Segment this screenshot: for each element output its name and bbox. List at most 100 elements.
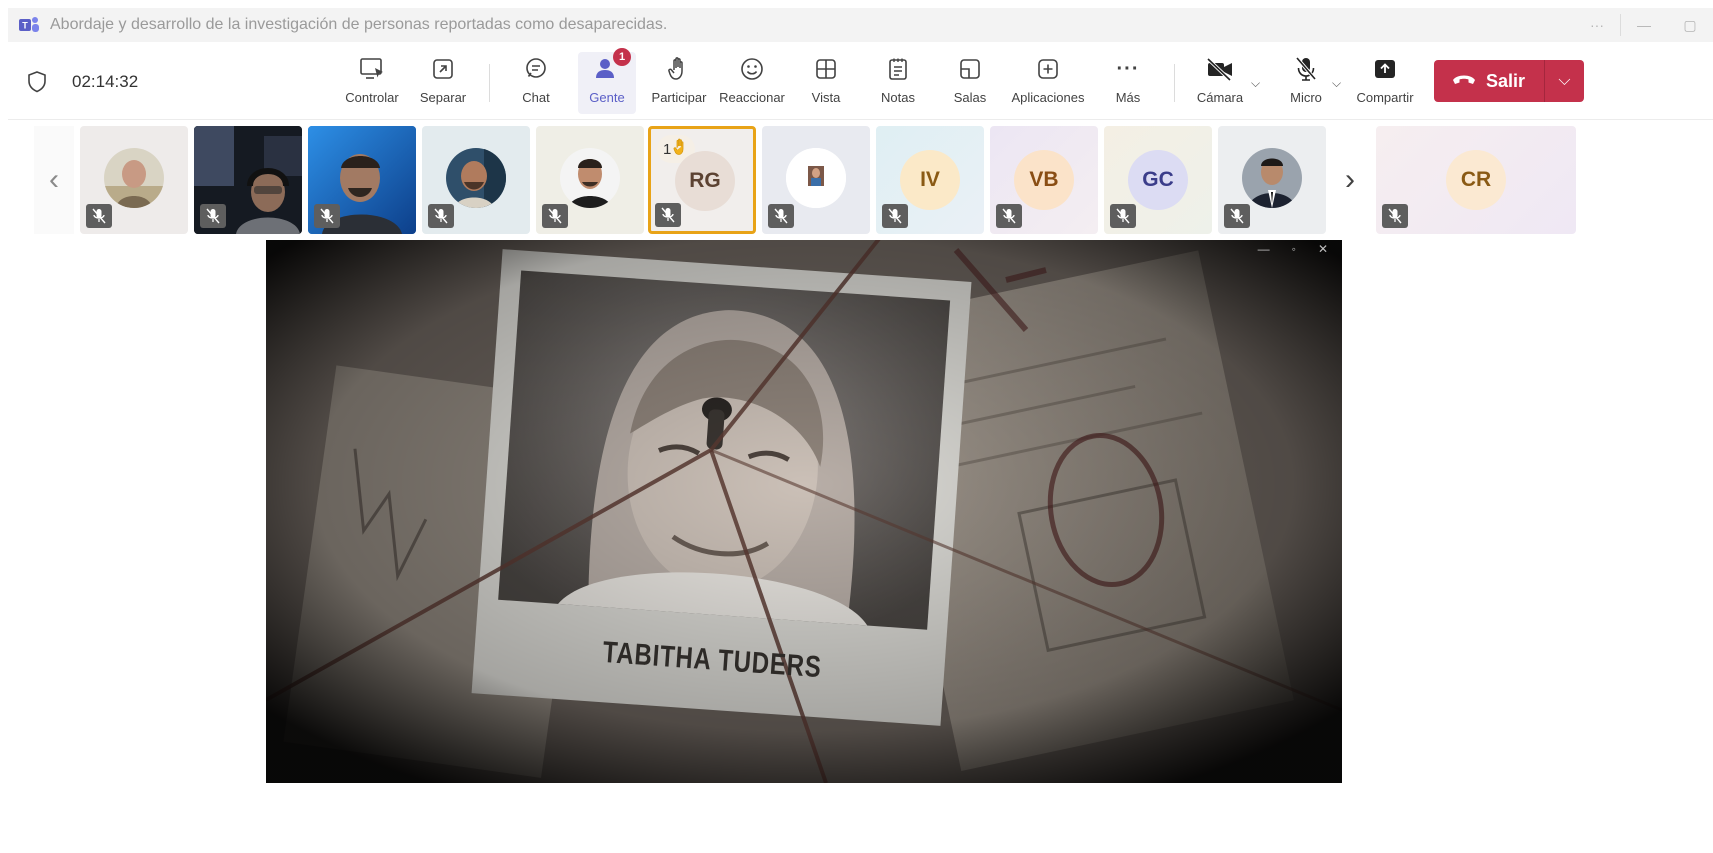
mic-muted-icon — [542, 204, 568, 228]
mic-muted-icon — [1224, 204, 1250, 228]
view-button[interactable]: Vista — [806, 52, 846, 114]
leave-label: Salir — [1486, 70, 1526, 91]
share-screen-icon — [1372, 52, 1398, 86]
pop-out-icon — [430, 52, 456, 86]
maximize-icon[interactable]: ▢ — [1667, 8, 1713, 42]
breakout-rooms-icon — [957, 52, 983, 86]
video-window-controls: — ◦ ✕ — [1258, 242, 1328, 256]
add-app-icon — [1035, 52, 1061, 86]
camera-label: Cámara — [1196, 90, 1244, 105]
meeting-timer: 02:14:32 — [72, 72, 139, 91]
minimize-icon[interactable]: — — [1621, 8, 1667, 42]
participant-tile-raised-hand[interactable]: 1 RG — [648, 126, 756, 234]
mic-muted-icon — [86, 204, 112, 228]
participant-tile[interactable] — [308, 126, 416, 234]
participant-tile[interactable]: VB — [990, 126, 1098, 234]
notes-button[interactable]: Notas — [876, 52, 920, 114]
participant-strip: ‹ 1 RG IV VB GC › CR — [0, 122, 1713, 238]
notes-icon — [886, 52, 910, 86]
shared-video[interactable]: TABITHA TUDERS — ◦ ✕ — [266, 240, 1342, 783]
participant-avatar — [446, 148, 506, 208]
people-count-badge: 1 — [613, 48, 631, 66]
pop-out-button[interactable]: Separar — [416, 52, 470, 114]
window-title: Abordaje y desarrollo de la investigació… — [50, 16, 668, 33]
react-label: Reaccionar — [719, 90, 785, 105]
participant-tile[interactable] — [422, 126, 530, 234]
strip-previous-button[interactable]: ‹ — [34, 126, 74, 234]
leave-options-chevron-icon[interactable]: ⌵ — [1545, 72, 1584, 90]
grid-view-icon — [813, 52, 839, 86]
pop-out-label: Separar — [419, 90, 467, 105]
chat-button[interactable]: Chat — [514, 52, 558, 114]
more-actions-button[interactable]: ··· Más — [1112, 52, 1144, 114]
video-restore-icon[interactable]: ◦ — [1292, 242, 1296, 256]
participant-tile[interactable]: IV — [876, 126, 984, 234]
participant-tile[interactable] — [80, 126, 188, 234]
mic-muted-icon — [1382, 204, 1408, 228]
hang-up-icon — [1452, 72, 1476, 91]
shield-icon[interactable] — [26, 70, 48, 94]
window-title-bar: T Abordaje y desarrollo de la investigac… — [8, 8, 1713, 42]
more-label: Más — [1115, 90, 1141, 105]
apps-label: Aplicaciones — [1011, 90, 1085, 105]
view-label: Vista — [811, 90, 841, 105]
people-icon: 1 — [593, 48, 631, 86]
participant-avatar — [1242, 148, 1302, 208]
share-button[interactable]: Compartir — [1352, 52, 1418, 114]
mic-muted-icon — [996, 204, 1022, 228]
mic-muted-icon — [1110, 204, 1136, 228]
mic-muted-icon — [428, 204, 454, 228]
participant-tile[interactable] — [1218, 126, 1326, 234]
breakout-rooms-label: Salas — [953, 90, 987, 105]
shared-video-frame — [266, 240, 1342, 783]
control-label: Controlar — [345, 90, 399, 105]
notes-label: Notas — [881, 90, 915, 105]
mic-muted-icon — [768, 204, 794, 228]
raise-hand-icon — [667, 52, 691, 86]
breakout-rooms-button[interactable]: Salas — [950, 52, 990, 114]
participant-tile[interactable]: CR — [1376, 126, 1576, 234]
toolbar-divider — [1174, 64, 1175, 102]
video-close-icon[interactable]: ✕ — [1318, 242, 1328, 256]
camera-options-chevron-icon[interactable]: ⌵ — [1251, 76, 1260, 91]
participant-tile[interactable] — [762, 126, 870, 234]
raised-hand-count: 1 — [663, 140, 672, 158]
mic-muted-icon — [882, 204, 908, 228]
people-label: Gente — [589, 90, 625, 105]
apps-button[interactable]: Aplicaciones — [1006, 52, 1090, 114]
participant-initials: IV — [900, 150, 960, 210]
mic-off-icon — [1293, 52, 1319, 86]
participant-initials: GC — [1128, 150, 1188, 210]
mic-muted-icon — [655, 203, 681, 227]
toolbar-divider — [489, 64, 490, 102]
chat-icon — [523, 52, 549, 86]
participant-tile[interactable]: GC — [1104, 126, 1212, 234]
raise-hand-button[interactable]: Participar — [648, 52, 710, 114]
camera-button[interactable]: Cámara — [1192, 52, 1248, 114]
microphone-button[interactable]: Micro — [1282, 52, 1330, 114]
react-button[interactable]: Reaccionar — [719, 52, 785, 114]
participant-avatar — [560, 148, 620, 208]
people-button[interactable]: 1 Gente — [578, 48, 636, 114]
control-button[interactable]: Controlar — [342, 52, 402, 114]
chat-label: Chat — [522, 90, 550, 105]
window-more-icon[interactable]: ··· — [1574, 8, 1620, 42]
participant-tile[interactable] — [536, 126, 644, 234]
participant-avatar — [786, 148, 846, 208]
meeting-toolbar: 02:14:32 Controlar Separar Chat 1 Gente … — [8, 42, 1713, 120]
video-minimize-icon[interactable]: — — [1258, 242, 1270, 256]
participant-tile[interactable] — [194, 126, 302, 234]
mic-options-chevron-icon[interactable]: ⌵ — [1332, 76, 1341, 91]
raise-hand-label: Participar — [651, 90, 707, 105]
more-icon: ··· — [1116, 57, 1140, 80]
chevron-right-icon: › — [1345, 163, 1355, 196]
mic-muted-icon — [200, 204, 226, 228]
camera-off-icon — [1205, 52, 1235, 86]
participant-avatar — [104, 148, 164, 208]
share-label: Compartir — [1356, 90, 1414, 105]
leave-main[interactable]: Salir — [1434, 60, 1544, 102]
strip-next-button[interactable]: › — [1330, 126, 1370, 234]
participant-initials: CR — [1446, 150, 1506, 210]
svg-text:T: T — [22, 21, 28, 31]
leave-button[interactable]: Salir ⌵ — [1434, 60, 1584, 102]
